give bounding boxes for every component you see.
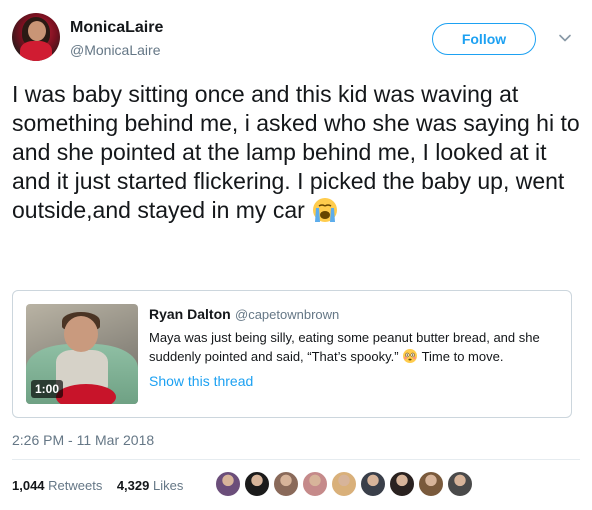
quoted-display-name: Ryan Dalton — [149, 306, 231, 322]
liker-avatar-5[interactable] — [330, 470, 358, 498]
retweets-label: Retweets — [48, 478, 103, 493]
user-handle[interactable]: @MonicaLaire — [70, 42, 160, 58]
liker-avatar-1[interactable] — [214, 470, 242, 498]
likes-stat[interactable]: 4,329 Likes — [117, 478, 184, 493]
video-thumbnail[interactable]: 1:00 — [26, 304, 138, 404]
quoted-text: Maya was just being silly, eating some p… — [149, 328, 569, 366]
quoted-text-after: Time to move. — [421, 349, 504, 364]
liker-avatar-9[interactable] — [446, 470, 474, 498]
liker-avatars — [214, 470, 475, 500]
flushed-face-icon — [403, 349, 418, 363]
user-display-name[interactable]: MonicaLaire — [70, 19, 163, 37]
liker-avatar-8[interactable] — [417, 470, 445, 498]
tweet-header: MonicaLaire @MonicaLaire Follow — [12, 13, 580, 65]
tweet-stats: 1,044 Retweets 4,329 Likes — [12, 478, 183, 493]
quoted-handle: @capetownbrown — [235, 307, 340, 322]
liker-avatar-3[interactable] — [272, 470, 300, 498]
divider — [12, 459, 580, 460]
liker-avatar-6[interactable] — [359, 470, 387, 498]
loudly-crying-face-icon — [313, 198, 338, 222]
tweet-body: I was baby sitting once and this kid was… — [12, 80, 580, 225]
likes-count: 4,329 — [116, 478, 150, 493]
show-thread-link[interactable]: Show this thread — [149, 373, 253, 389]
tweet-timestamp[interactable]: 2:26 PM - 11 Mar 2018 — [12, 432, 154, 448]
chevron-down-icon[interactable] — [558, 31, 572, 45]
retweets-count: 1,044 — [12, 478, 45, 493]
follow-button[interactable]: Follow — [432, 23, 536, 55]
tweet-text: I was baby sitting once and this kid was… — [12, 81, 580, 223]
liker-avatar-4[interactable] — [301, 470, 329, 498]
video-duration: 1:00 — [31, 380, 64, 398]
liker-avatar-7[interactable] — [388, 470, 416, 498]
liker-avatar-2[interactable] — [243, 470, 271, 498]
user-avatar[interactable] — [12, 13, 60, 61]
quoted-tweet-card[interactable]: 1:00 Ryan Dalton @capetownbrown Maya was… — [12, 290, 572, 418]
retweets-stat[interactable]: 1,044 Retweets — [12, 478, 102, 493]
likes-label: Likes — [153, 478, 184, 493]
